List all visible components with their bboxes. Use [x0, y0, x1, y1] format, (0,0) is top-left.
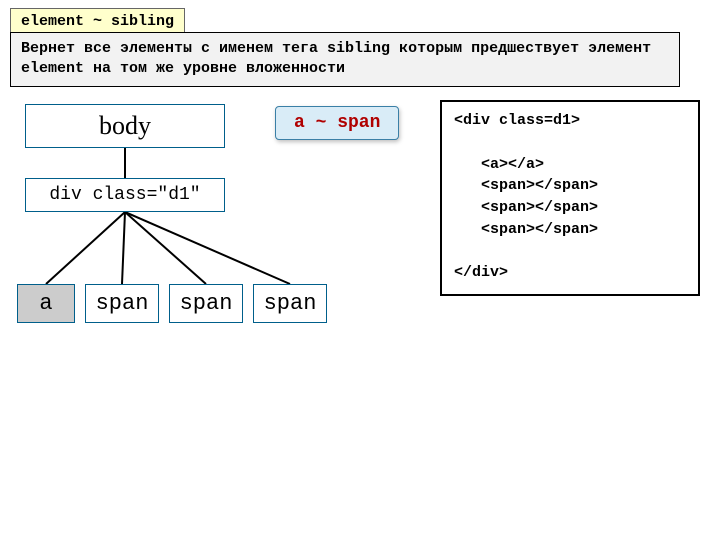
example-selector-badge: a ~ span — [275, 106, 399, 140]
selector-title: element ~ sibling — [10, 8, 185, 35]
selector-description: Вернет все элементы с именем тега siblin… — [10, 32, 680, 87]
tree-node-a: a — [17, 284, 75, 323]
tree-node-div: div class="d1" — [25, 178, 225, 212]
tree-node-body: body — [25, 104, 225, 148]
tree-node-span-2: span — [169, 284, 243, 323]
tree-node-span-3: span — [253, 284, 327, 323]
html-code-example: <div class=d1> <a></a> <span></span> <sp… — [440, 100, 700, 296]
tree-node-span-1: span — [85, 284, 159, 323]
